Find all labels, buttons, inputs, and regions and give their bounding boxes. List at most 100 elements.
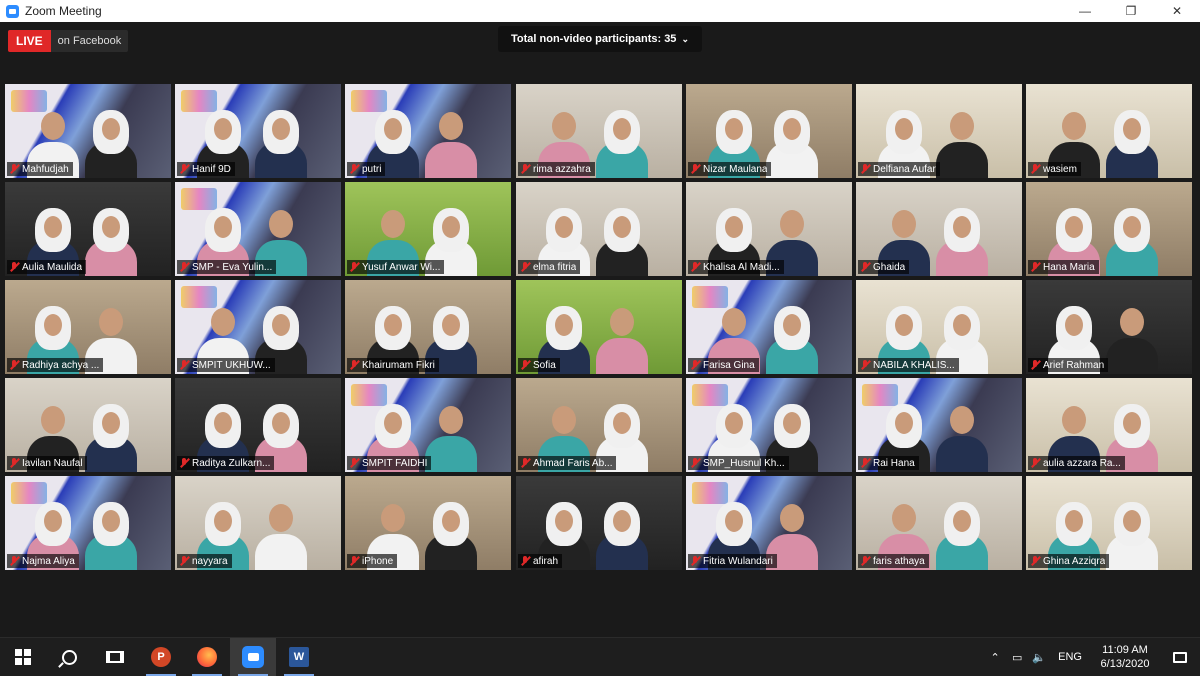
mic-muted-icon [9, 262, 19, 272]
participant-name-bar: SMP_Husnul Kh... [688, 456, 789, 470]
participant-tile[interactable]: faris athaya [856, 476, 1022, 570]
maximize-button[interactable]: ❐ [1108, 0, 1154, 22]
mic-muted-icon [690, 262, 700, 272]
participant-name: wasiem [1043, 163, 1077, 175]
participant-name: Sofia [533, 359, 556, 371]
participant-tile[interactable]: Hanif 9D [175, 84, 341, 178]
window-controls: — ❐ ✕ [1062, 0, 1200, 22]
participant-tile[interactable]: Iavilan Naufal [5, 378, 171, 472]
mic-muted-icon [1030, 458, 1040, 468]
participant-tile[interactable]: putri [345, 84, 511, 178]
mic-muted-icon [179, 262, 189, 272]
live-stream-badge[interactable]: LIVE on Facebook [8, 30, 129, 52]
notification-button[interactable] [1160, 638, 1200, 676]
participant-name-bar: nayyara [177, 554, 232, 568]
participant-tile[interactable]: Sofia [516, 280, 682, 374]
participant-silhouette [766, 110, 818, 178]
participant-name: Mahfudjah [22, 163, 69, 175]
participant-tile[interactable]: Yusuf Anwar Wi... [345, 182, 511, 276]
participant-tile[interactable]: SMP - Eva Yulin... [175, 182, 341, 276]
participant-name: SMPIT UKHUW... [192, 359, 271, 371]
participant-tile[interactable]: Radhiya achya ... [5, 280, 171, 374]
participant-tile[interactable]: Ghaida [856, 182, 1022, 276]
participant-tile[interactable]: wasiem [1026, 84, 1192, 178]
participant-name-bar: Aulia Maulida [7, 260, 87, 274]
volume-icon[interactable]: 🔈 [1028, 638, 1050, 676]
non-video-participants-button[interactable]: Total non-video participants: 35 ⌄ [498, 26, 702, 52]
powerpoint-icon: P [151, 647, 171, 667]
participant-tile[interactable]: Aulia Maulida [5, 182, 171, 276]
participant-silhouette [936, 208, 988, 276]
close-button[interactable]: ✕ [1154, 0, 1200, 22]
participant-tile[interactable]: aulia azzara Ra... [1026, 378, 1192, 472]
task-view-button[interactable] [92, 638, 138, 676]
participant-name: afirah [533, 555, 559, 567]
taskbar-zoom[interactable] [230, 638, 276, 676]
participant-tile[interactable]: Mahfudjah [5, 84, 171, 178]
participant-name: Raditya Zulkarn... [192, 457, 271, 469]
participant-name-bar: elma fitria [518, 260, 581, 274]
participant-tile[interactable]: NABILA KHALIS... [856, 280, 1022, 374]
participant-name: Hanif 9D [192, 163, 231, 175]
participant-tile[interactable]: rima azzahra [516, 84, 682, 178]
participant-tile[interactable]: Raditya Zulkarn... [175, 378, 341, 472]
participant-name-bar: aulia azzara Ra... [1028, 456, 1125, 470]
participant-tile[interactable]: Khalisa Al Madi... [686, 182, 852, 276]
participant-tile[interactable]: Ghina Azziqra [1026, 476, 1192, 570]
participant-tile[interactable]: SMPIT FAIDHI [345, 378, 511, 472]
participant-name: NABILA KHALIS... [873, 359, 955, 371]
chevron-down-icon: ⌄ [681, 33, 689, 44]
windows-start-icon [15, 649, 31, 665]
participant-tile[interactable]: iPhone [345, 476, 511, 570]
participant-tile[interactable]: Fitria Wulandari [686, 476, 852, 570]
tray-chevron-icon[interactable]: ⌃ [984, 638, 1006, 676]
minimize-button[interactable]: — [1062, 0, 1108, 22]
participant-tile[interactable]: Hana Maria [1026, 182, 1192, 276]
network-icon[interactable]: ▭ [1006, 638, 1028, 676]
mic-muted-icon [1030, 164, 1040, 174]
taskbar-word[interactable]: W [276, 638, 322, 676]
participant-silhouette [596, 110, 648, 178]
participant-name: faris athaya [873, 555, 925, 567]
participant-tile[interactable]: nayyara [175, 476, 341, 570]
search-button[interactable] [46, 638, 92, 676]
participant-silhouette [1106, 502, 1158, 570]
participant-tile[interactable]: Delfiana Aufar [856, 84, 1022, 178]
language-indicator[interactable]: ENG [1050, 651, 1090, 663]
zoom-icon [242, 646, 264, 668]
participant-tile[interactable]: SMPIT UKHUW... [175, 280, 341, 374]
participant-silhouette [936, 502, 988, 570]
participant-tile[interactable]: Nizar Maulana [686, 84, 852, 178]
mic-muted-icon [349, 458, 359, 468]
participant-name-bar: Hana Maria [1028, 260, 1099, 274]
start-button[interactable] [0, 638, 46, 676]
participant-name: Najma Aliya [22, 555, 75, 567]
participant-name-bar: Arief Rahman [1028, 358, 1109, 372]
participant-tile[interactable]: Arief Rahman [1026, 280, 1192, 374]
participant-name-bar: rima azzahra [518, 162, 595, 176]
participant-tile[interactable]: Rai Hana [856, 378, 1022, 472]
participant-name: Arief Rahman [1043, 359, 1105, 371]
participant-name-bar: Ghaida [858, 260, 910, 274]
firefox-icon [197, 647, 217, 667]
participant-name-bar: faris athaya [858, 554, 929, 568]
participant-silhouette [1106, 208, 1158, 276]
participant-name: Nizar Maulana [703, 163, 768, 175]
mic-muted-icon [9, 556, 19, 566]
participant-tile[interactable]: Khairumam Fikri [345, 280, 511, 374]
participant-tile[interactable]: Najma Aliya [5, 476, 171, 570]
mic-muted-icon [690, 556, 700, 566]
clock[interactable]: 11:09 AM 6/13/2020 [1090, 643, 1160, 671]
participant-name-bar: Ahmad Faris Ab... [518, 456, 617, 470]
participant-tile[interactable]: Ahmad Faris Ab... [516, 378, 682, 472]
participant-tile[interactable]: SMP_Husnul Kh... [686, 378, 852, 472]
participant-tile[interactable]: Farisa Gina [686, 280, 852, 374]
participant-tile[interactable]: afirah [516, 476, 682, 570]
participant-name: elma fitria [533, 261, 577, 273]
participant-name: Hana Maria [1043, 261, 1095, 273]
mic-muted-icon [179, 164, 189, 174]
mic-muted-icon [860, 458, 870, 468]
taskbar-firefox[interactable] [184, 638, 230, 676]
participant-tile[interactable]: elma fitria [516, 182, 682, 276]
taskbar-powerpoint[interactable]: P [138, 638, 184, 676]
